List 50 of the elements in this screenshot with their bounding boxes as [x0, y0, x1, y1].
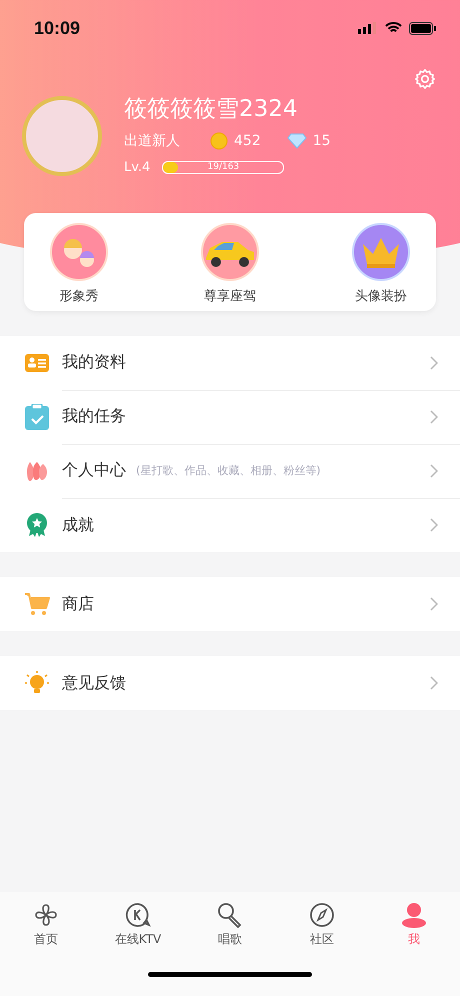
- light-bulb-icon: [24, 670, 50, 696]
- menu-item[interactable]: 个人中心 (星打歌、作品、收藏、相册、粉丝等): [0, 444, 460, 498]
- petals-icon: [24, 459, 50, 483]
- menu-label: 意见反馈: [62, 672, 126, 694]
- tab-bar-item[interactable]: 首页: [0, 902, 92, 958]
- battery-icon: [409, 22, 436, 34]
- chevron-icon: [430, 410, 438, 424]
- chevron-icon: [430, 518, 438, 532]
- menu-label: 商店: [62, 594, 94, 614]
- feature-label: 头像装扮: [355, 288, 407, 305]
- menu-label: 个人中心: [62, 460, 126, 481]
- menu-item[interactable]: 我的资料: [0, 336, 460, 390]
- coin-count: 452: [234, 133, 261, 149]
- user-title: 出道新人: [124, 132, 180, 150]
- k-bubble-icon: [125, 902, 151, 928]
- signal-icon: [358, 22, 378, 34]
- microphone-icon: [217, 902, 243, 928]
- menu-label: 我的资料: [62, 352, 126, 373]
- level-label: Lv.4: [124, 160, 150, 175]
- menu-item[interactable]: 成就: [0, 498, 460, 552]
- pinwheel-icon: [33, 902, 59, 928]
- feature-label: 尊享座驾: [204, 288, 256, 305]
- coin-icon: [210, 132, 228, 150]
- medal-icon: [24, 512, 50, 538]
- compass-icon: [309, 902, 335, 928]
- menu-item[interactable]: 我的任务: [0, 390, 460, 444]
- chevron-icon: [430, 356, 438, 370]
- menu-hint: (星打歌、作品、收藏、相册、粉丝等): [136, 463, 321, 478]
- chevron-icon: [430, 676, 438, 690]
- progress-text: 19/163: [206, 162, 240, 173]
- diamond-count: 15: [312, 133, 331, 149]
- tab-bar-item[interactable]: 社区: [276, 902, 368, 958]
- chevron-icon: [430, 464, 438, 478]
- menu-item[interactable]: 意见反馈: [0, 656, 460, 710]
- tab-bar-item[interactable]: 在线KTV: [92, 902, 184, 958]
- diamond-icon: [286, 133, 307, 149]
- person-icon: [401, 902, 427, 928]
- wifi-icon: [385, 22, 402, 34]
- id-card-icon: [24, 353, 50, 373]
- status-time: 10:09: [34, 18, 80, 38]
- feature-label: 形象秀: [60, 288, 98, 305]
- menu-label: 成就: [62, 514, 94, 536]
- tab-bar-item[interactable]: 唱歌: [184, 902, 276, 958]
- cart-icon: [24, 592, 50, 616]
- settings-icon[interactable]: [414, 68, 436, 90]
- user-name: 筱筱筱筱雪2324: [124, 95, 299, 124]
- clipboard-icon: [24, 404, 50, 430]
- menu-label: 我的任务: [62, 406, 126, 427]
- chevron-icon: [430, 597, 438, 611]
- menu-item[interactable]: 商店: [0, 577, 460, 631]
